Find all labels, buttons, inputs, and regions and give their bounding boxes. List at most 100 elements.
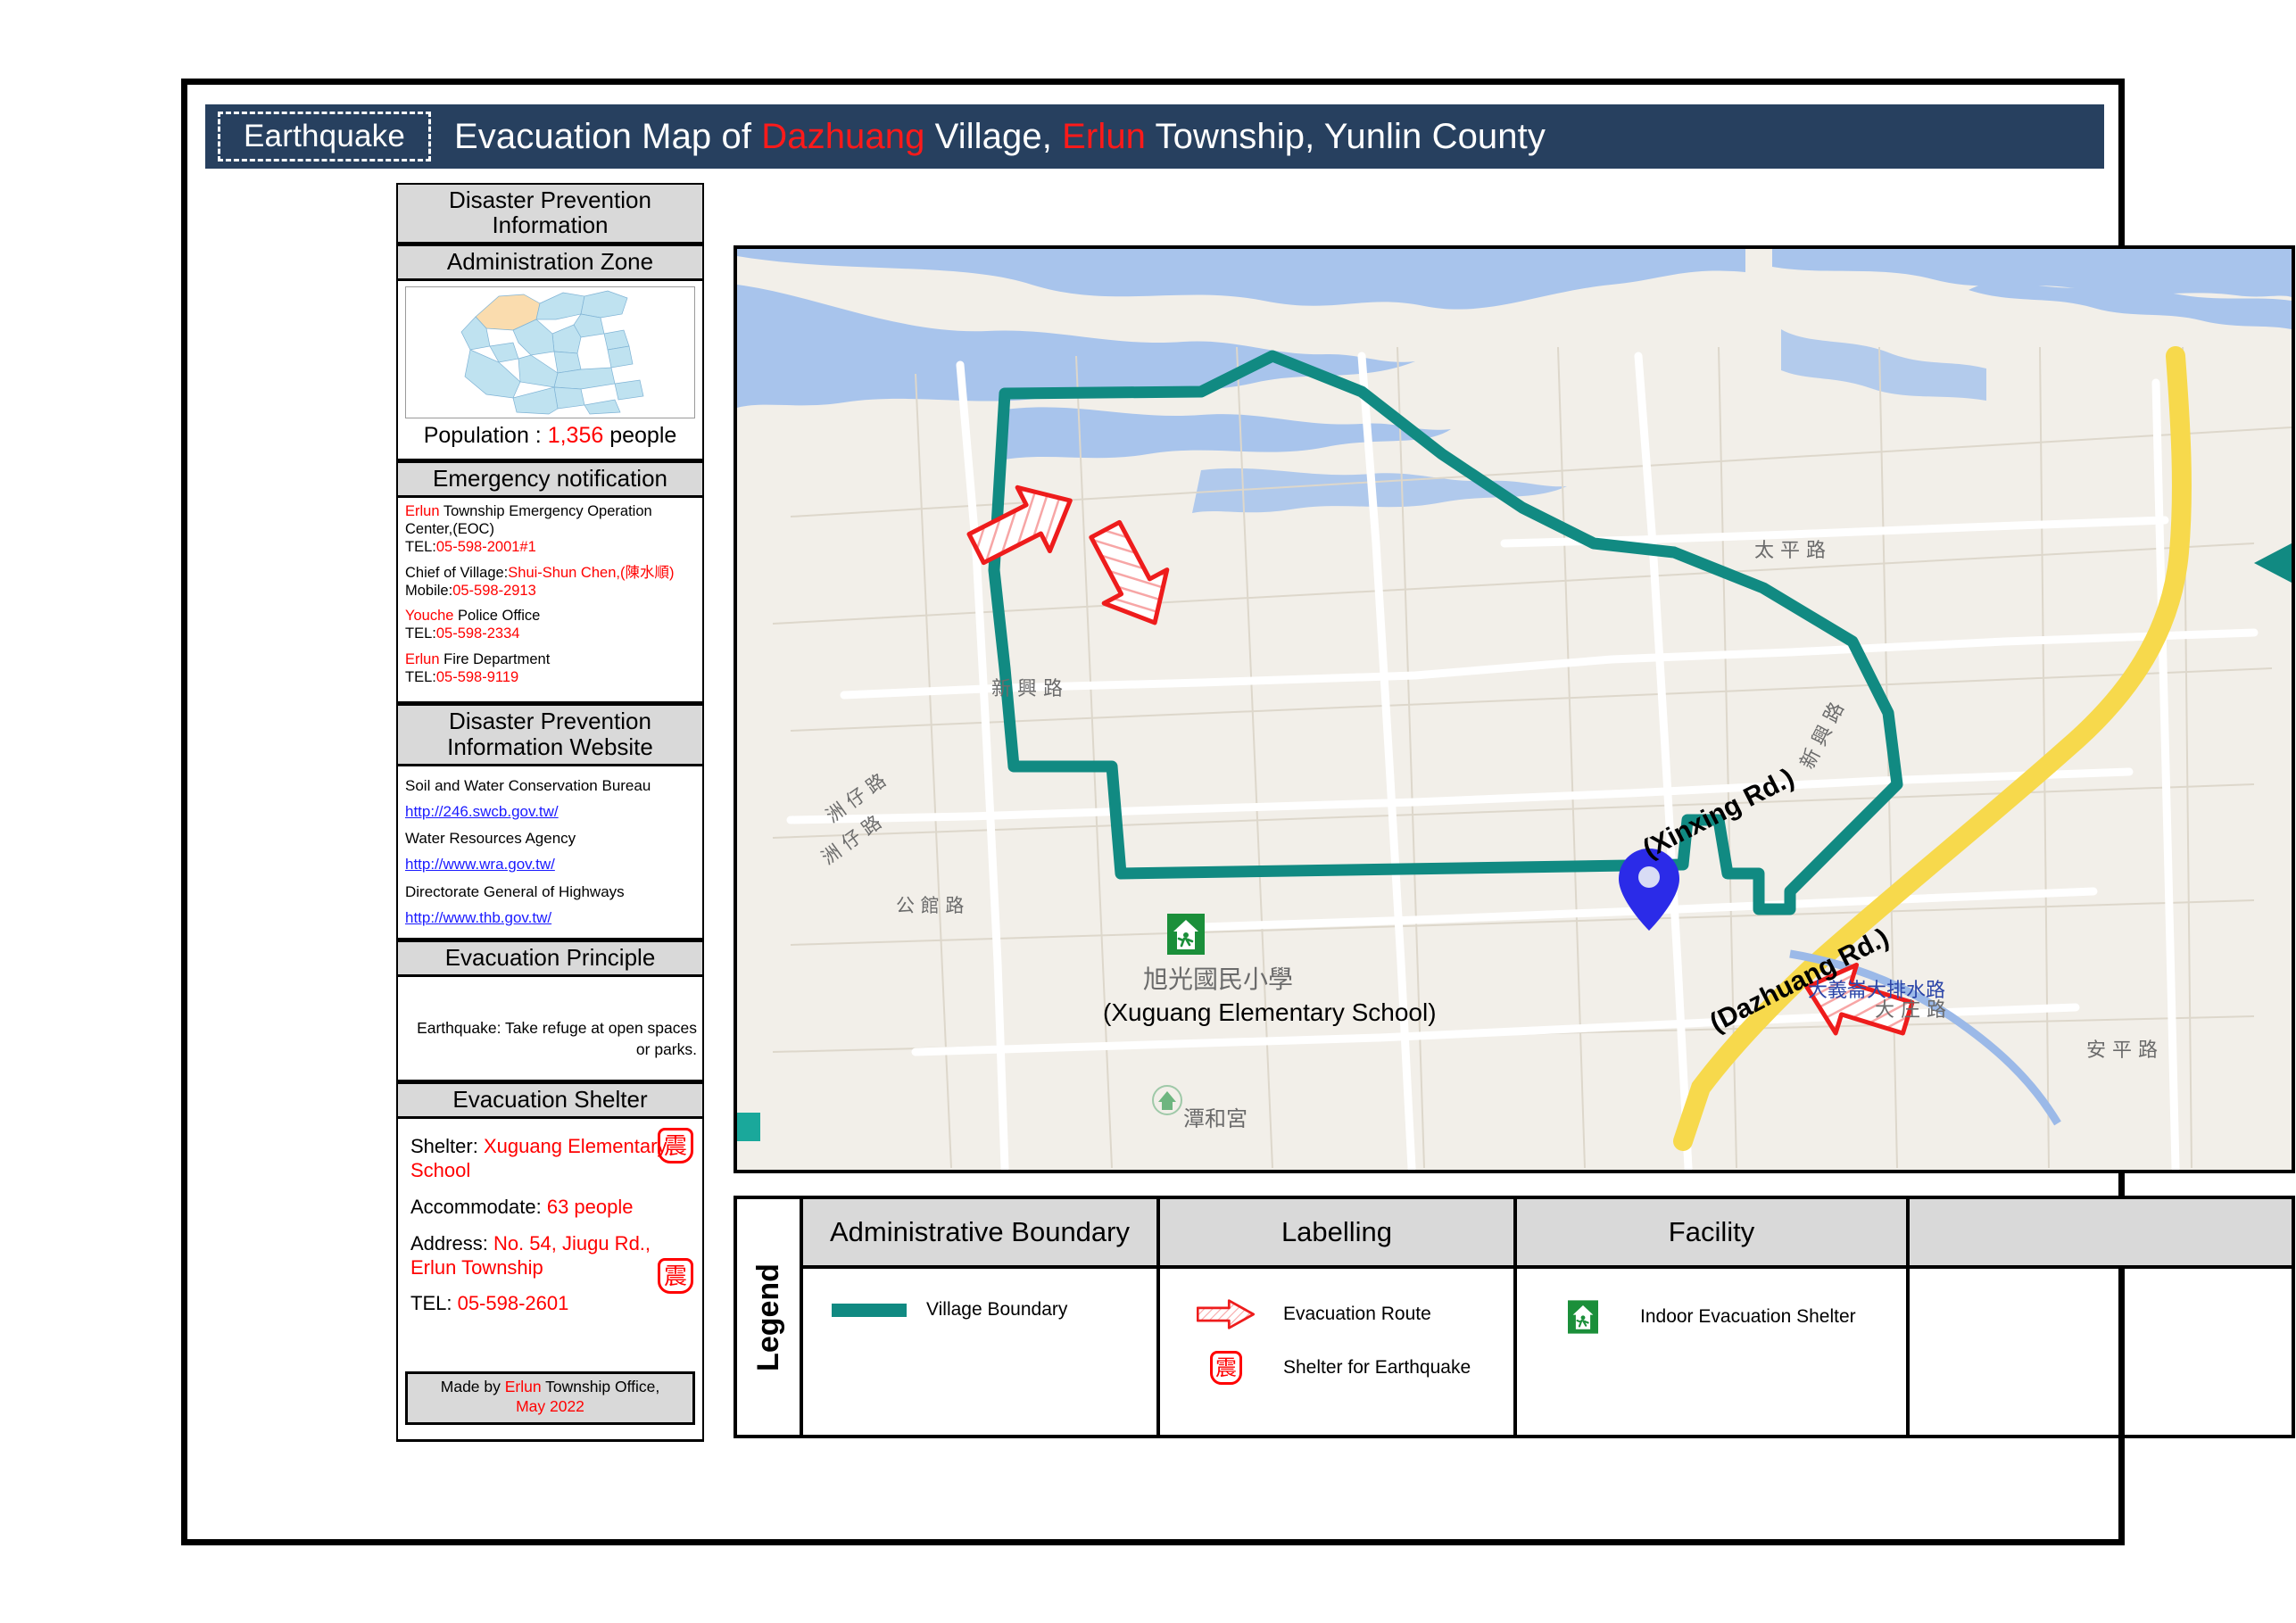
shelter-address-line: Address: No. 54, Jiugu Rd., Erlun Townsh…	[405, 1232, 695, 1293]
legend-vertical-label: Legend	[737, 1199, 803, 1435]
made-by-footer: Made by Erlun Township Office, May 2022	[405, 1371, 695, 1426]
emergency-entry-chief: Chief of Village:Shui-Shun Chen,(陳水順) Mo…	[405, 565, 695, 600]
exit-icon-svg	[1568, 1300, 1598, 1334]
legend-text-indoor-shelter: Indoor Evacuation Shelter	[1640, 1306, 1856, 1327]
legend-text-shelter-for-earthquake: Shelter for Earthquake	[1283, 1357, 1471, 1378]
evacuation-principle-text: Earthquake: Take refuge at open spaces o…	[417, 1019, 697, 1058]
eoc-org-rest: Township Emergency Operation Center,(EOC…	[405, 503, 652, 538]
made-by-prefix: Made by	[440, 1378, 505, 1396]
shelter-accommodate-line: Accommodate: 63 people	[405, 1196, 695, 1232]
disaster-prevention-info-header: Disaster Prevention Information	[396, 183, 704, 245]
map-canvas	[737, 249, 2292, 1170]
website-link-swcb[interactable]: http://246.swcb.gov.tw/	[405, 797, 695, 824]
population-line: Population : 1,356 people	[405, 418, 695, 451]
exit-shelter-icon	[1542, 1299, 1624, 1335]
emergency-notification-header: Emergency notification	[396, 461, 704, 499]
edge-marker-square	[737, 1113, 760, 1141]
population-label: Population :	[423, 423, 542, 449]
police-tel-value: 05-598-2334	[435, 625, 520, 642]
administration-zone-panel: Population : 1,356 people	[396, 281, 704, 462]
evacuation-principle-panel: Earthquake: Take refuge at open spaces o…	[396, 977, 704, 1083]
sidebar: Disaster Prevention Information Administ…	[396, 183, 704, 1527]
shelter-accommodate-value: 63 people	[546, 1195, 634, 1218]
website-org-swcb: Soil and Water Conservation Bureau	[405, 776, 651, 794]
administration-zone-header: Administration Zone	[396, 244, 704, 282]
earthquake-stamp-icon: 震	[658, 1258, 693, 1295]
title-seg-0: Evacuation Map of	[454, 116, 762, 156]
page-title: Evacuation Map of Dazhuang Village, Erlu…	[454, 117, 1546, 157]
evacuation-shelter-header: Evacuation Shelter	[396, 1082, 704, 1120]
website-link-thb[interactable]: http://www.thb.gov.tw/	[405, 903, 695, 931]
title-seg-3: Erlun	[1062, 116, 1147, 156]
hazard-type-chip: Earthquake	[218, 112, 432, 161]
legend-body-administrative-boundary: Village Boundary	[803, 1269, 1156, 1435]
websites-panel: Soil and Water Conservation Bureau http:…	[396, 766, 704, 941]
earthquake-stamp-icon: 震	[1185, 1351, 1267, 1385]
zone-minimap-svg	[460, 290, 644, 415]
police-org-red: Youche	[405, 608, 454, 625]
legend-column-empty	[1910, 1199, 2292, 1435]
page-header: Earthquake Evacuation Map of Dazhuang Vi…	[205, 104, 2104, 169]
title-seg-1: Dazhuang	[761, 116, 925, 156]
shelter-accommodate-label: Accommodate:	[410, 1195, 547, 1218]
emergency-entry-fire: Erlun Fire Department TEL:05-598-9119	[405, 651, 695, 687]
legend-body-facility: Indoor Evacuation Shelter	[1517, 1269, 1906, 1435]
police-tel-label: TEL:	[405, 625, 436, 642]
legend-panel: Legend Administrative Boundary Village B…	[734, 1196, 2295, 1438]
administration-zone-minimap	[405, 286, 695, 419]
chief-label: Chief of Village:	[405, 564, 509, 581]
boundary-swatch-icon	[828, 1303, 910, 1317]
made-by-org: Erlun	[504, 1378, 542, 1396]
legend-row-indoor-shelter: Indoor Evacuation Shelter	[1517, 1299, 1906, 1356]
exit-running-man-icon	[1167, 914, 1205, 955]
title-seg-2: Village,	[924, 116, 1063, 156]
legend-text-evacuation-route: Evacuation Route	[1283, 1304, 1431, 1324]
legend-header-administrative-boundary: Administrative Boundary	[803, 1199, 1156, 1269]
evacuation-arrow-icon	[1185, 1299, 1267, 1329]
population-value: 1,356	[547, 423, 604, 449]
website-link-wra[interactable]: http://www.wra.gov.tw/	[405, 849, 695, 877]
website-org-wra: Water Resources Agency	[405, 830, 576, 848]
chief-name: Shui-Shun Chen,(陳水順)	[508, 564, 675, 581]
legend-row-shelter-for-earthquake: 震 Shelter for Earthquake	[1160, 1351, 1513, 1406]
legend-label-text: Legend	[750, 1263, 785, 1371]
legend-header-labelling: Labelling	[1160, 1199, 1513, 1269]
map-panel[interactable]: (Xinxing Rd.) (Dazhuang Rd.) 旭光國民小學 (Xug…	[734, 245, 2295, 1173]
indoor-shelter-icon	[1167, 914, 1205, 955]
legend-text-village-boundary: Village Boundary	[926, 1299, 1068, 1320]
chief-tel-label: Mobile:	[405, 582, 453, 599]
chief-tel-value: 05-598-2913	[452, 582, 536, 599]
legend-body-empty	[1910, 1269, 2292, 1435]
arrow-icon-svg	[1197, 1299, 1256, 1329]
shelter-name-label: Shelter:	[410, 1135, 484, 1158]
legend-row-village-boundary: Village Boundary	[803, 1299, 1156, 1342]
shelter-address-label: Address:	[410, 1231, 493, 1255]
eoc-org-red: Erlun	[405, 503, 440, 520]
legend-row-evacuation-route: Evacuation Route	[1160, 1299, 1513, 1351]
eoc-tel-label: TEL:	[405, 538, 436, 555]
population-unit: people	[609, 423, 677, 449]
legend-column-facility: Facility Indoor Evacuation Shelter	[1517, 1199, 1910, 1435]
shelter-tel-line: TEL: 05-598-2601	[405, 1292, 695, 1329]
emergency-notification-panel: Erlun Township Emergency Operation Cente…	[396, 498, 704, 705]
fire-org-red: Erlun	[405, 650, 440, 667]
fire-tel-value: 05-598-9119	[435, 668, 519, 685]
website-org-thb: Directorate General of Highways	[405, 882, 625, 900]
evacuation-shelter-panel: 震 震 Shelter: Xuguang Elementary School A…	[396, 1119, 704, 1443]
shelter-tel-label: TEL:	[410, 1292, 458, 1315]
fire-org-rest: Fire Department	[439, 650, 551, 667]
eoc-tel-value: 05-598-2001#1	[435, 538, 536, 555]
legend-body-labelling: Evacuation Route 震 Shelter for Earthquak…	[1160, 1269, 1513, 1435]
shelter-name-line: Shelter: Xuguang Elementary School	[405, 1135, 695, 1196]
made-by-suffix: Township Office,	[541, 1378, 660, 1396]
emergency-entry-police: Youche Police Office TEL:05-598-2334	[405, 608, 695, 643]
shelter-tel-value: 05-598-2601	[457, 1292, 569, 1315]
legend-header-empty	[1910, 1199, 2292, 1269]
websites-header: Disaster Prevention Information Website	[396, 704, 704, 766]
evacuation-principle-header: Evacuation Principle	[396, 940, 704, 978]
fire-tel-label: TEL:	[405, 668, 436, 685]
legend-column-labelling: Labelling Evacuation Route 震 Shelter for…	[1160, 1199, 1517, 1435]
made-by-date: May 2022	[516, 1397, 584, 1416]
earthquake-stamp-icon: 震	[658, 1128, 693, 1164]
poster-frame: Earthquake Evacuation Map of Dazhuang Vi…	[181, 79, 2295, 1545]
